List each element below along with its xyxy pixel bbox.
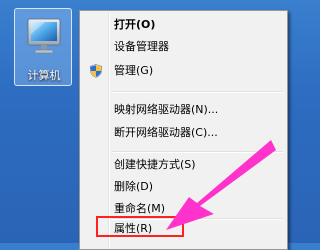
menu-item-disconnect-network-drive[interactable]: 断开网络驱动器(C)... — [82, 123, 285, 143]
computer-icon — [27, 18, 61, 54]
menu-item-label: 管理(G) — [114, 64, 154, 77]
menu-item-label: 创建快捷方式(S) — [114, 158, 196, 171]
computer-desktop-icon[interactable]: 计算机 — [14, 8, 72, 86]
menu-item-label: 映射网络驱动器(N)... — [114, 103, 219, 116]
menu-item-label: 删除(D) — [114, 180, 154, 193]
uac-shield-icon — [89, 64, 103, 78]
menu-item-map-network-drive[interactable]: 映射网络驱动器(N)... — [82, 100, 285, 120]
menu-item-label: 打开(O) — [114, 18, 156, 31]
menu-item-label: 设备管理器 — [114, 40, 169, 53]
menu-separator — [112, 91, 283, 93]
menu-separator — [112, 151, 283, 153]
menu-item-manage[interactable]: 管理(G) — [82, 61, 285, 81]
menu-item-device-manager[interactable]: 设备管理器 — [82, 37, 285, 57]
menu-item-delete[interactable]: 删除(D) — [82, 177, 285, 197]
context-menu: 打开(O) 设备管理器 管理(G) 映射网络驱动器(N)... 断开网络驱动器(… — [79, 10, 288, 250]
menu-item-create-shortcut[interactable]: 创建快捷方式(S) — [82, 155, 285, 175]
properties-highlight-box — [96, 216, 184, 237]
computer-icon-label: 计算机 — [27, 69, 61, 82]
menu-item-label: 断开网络驱动器(C)... — [114, 126, 218, 139]
menu-item-open[interactable]: 打开(O) — [82, 15, 285, 35]
